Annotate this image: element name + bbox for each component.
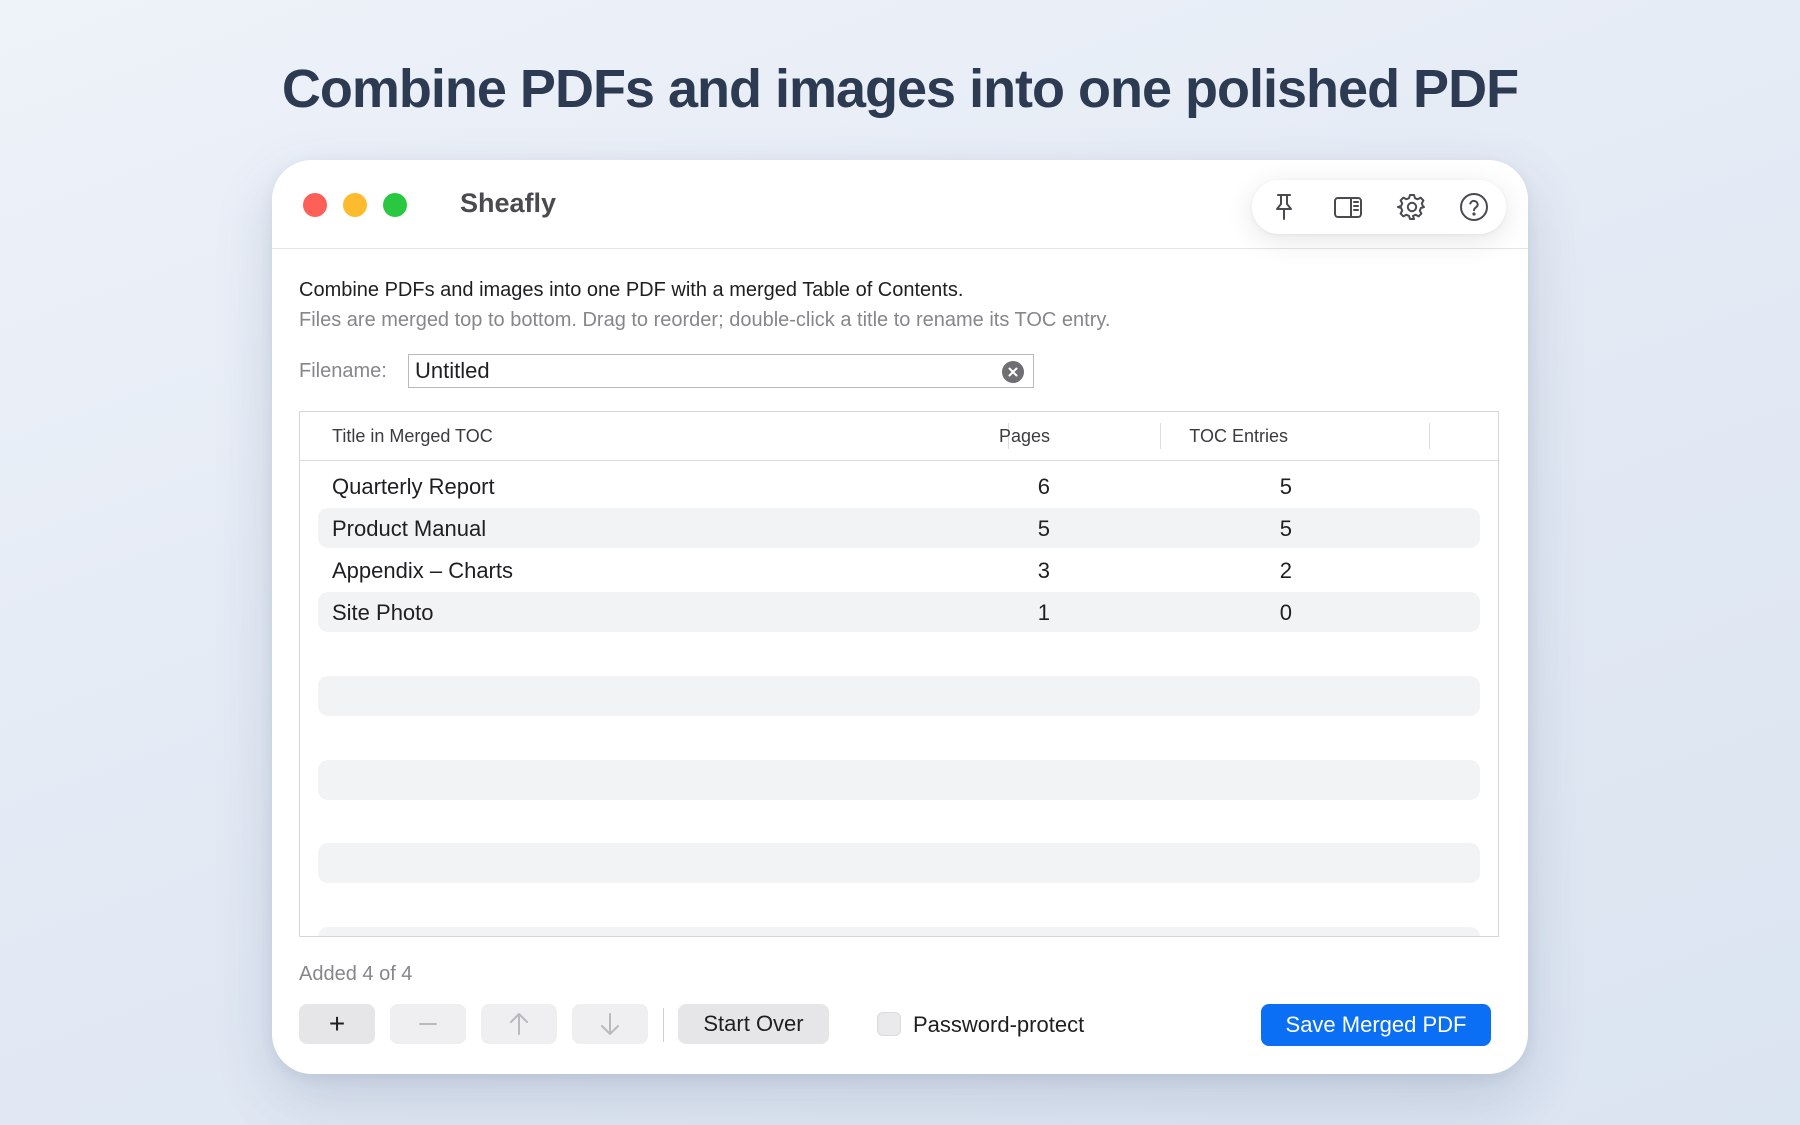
arrow-down-icon — [601, 1013, 619, 1035]
save-merged-pdf-button[interactable]: Save Merged PDF — [1261, 1004, 1491, 1046]
filename-label: Filename: — [299, 360, 387, 382]
remove-file-button[interactable] — [390, 1004, 466, 1044]
start-over-button[interactable]: Start Over — [678, 1004, 829, 1044]
row-pages: 3 — [1037, 558, 1050, 583]
empty-row-stripe — [318, 927, 1480, 936]
filename-input[interactable] — [415, 357, 995, 385]
table-row[interactable]: Site Photo 1 0 — [318, 592, 1480, 632]
toolbar-divider — [663, 1008, 664, 1042]
table-row[interactable]: Product Manual 5 5 — [318, 508, 1480, 548]
app-window: Sheafly Combine PDFs and images into one… — [272, 160, 1528, 1074]
column-header-toc-entries[interactable]: TOC Entries — [1140, 426, 1288, 447]
row-pages: 1 — [1037, 600, 1050, 625]
save-button-label: Save Merged PDF — [1285, 1012, 1467, 1037]
files-table[interactable]: Title in Merged TOC Pages TOC Entries Qu… — [299, 411, 1499, 937]
row-title[interactable]: Appendix – Charts — [332, 558, 513, 584]
row-title[interactable]: Site Photo — [332, 600, 434, 626]
move-down-button[interactable] — [572, 1004, 648, 1044]
table-row[interactable]: Quarterly Report 6 5 — [318, 466, 1480, 506]
minus-icon — [419, 1023, 437, 1025]
empty-row-stripe — [318, 676, 1480, 716]
add-file-button[interactable]: + — [299, 1004, 375, 1044]
add-button-label: + — [328, 1008, 346, 1039]
row-toc-entries: 5 — [1279, 474, 1292, 499]
password-protect-label[interactable]: Password-protect — [913, 1012, 1084, 1038]
empty-row-stripe — [318, 843, 1480, 883]
arrow-up-icon — [510, 1013, 528, 1035]
minimize-window-button[interactable] — [343, 193, 367, 217]
row-toc-entries: 5 — [1279, 516, 1292, 541]
table-row[interactable]: Appendix – Charts 3 2 — [318, 550, 1480, 590]
title-bar: Sheafly — [272, 160, 1528, 249]
move-up-button[interactable] — [481, 1004, 557, 1044]
sidebar-icon[interactable] — [1332, 191, 1364, 223]
toolbar-group — [1252, 180, 1506, 234]
filename-field[interactable] — [408, 354, 1034, 388]
table-header: Title in Merged TOC Pages TOC Entries — [300, 412, 1498, 461]
page-headline: Combine PDFs and images into one polishe… — [281, 59, 1519, 119]
help-icon[interactable] — [1458, 191, 1490, 223]
gear-icon[interactable] — [1396, 191, 1428, 223]
status-text: Added 4 of 4 — [299, 963, 413, 985]
column-header-pages[interactable]: Pages — [930, 426, 1050, 447]
pin-icon[interactable] — [1268, 191, 1300, 223]
window-title: Sheafly — [460, 188, 557, 218]
row-pages: 6 — [1037, 474, 1050, 499]
row-toc-entries: 0 — [1279, 600, 1292, 625]
row-toc-entries: 2 — [1279, 558, 1292, 583]
column-divider[interactable] — [1429, 423, 1430, 449]
column-header-title[interactable]: Title in Merged TOC — [332, 426, 493, 447]
row-title[interactable]: Quarterly Report — [332, 474, 495, 500]
intro-hint: Files are merged top to bottom. Drag to … — [299, 309, 1111, 331]
empty-row-stripe — [318, 760, 1480, 800]
start-over-label: Start Over — [703, 1011, 804, 1036]
close-window-button[interactable] — [303, 193, 327, 217]
password-protect-checkbox[interactable] — [877, 1012, 901, 1036]
zoom-window-button[interactable] — [383, 193, 407, 217]
intro-text: Combine PDFs and images into one PDF wit… — [299, 279, 964, 301]
row-title[interactable]: Product Manual — [332, 516, 486, 542]
row-pages: 5 — [1037, 516, 1050, 541]
clear-icon[interactable] — [1002, 361, 1024, 383]
